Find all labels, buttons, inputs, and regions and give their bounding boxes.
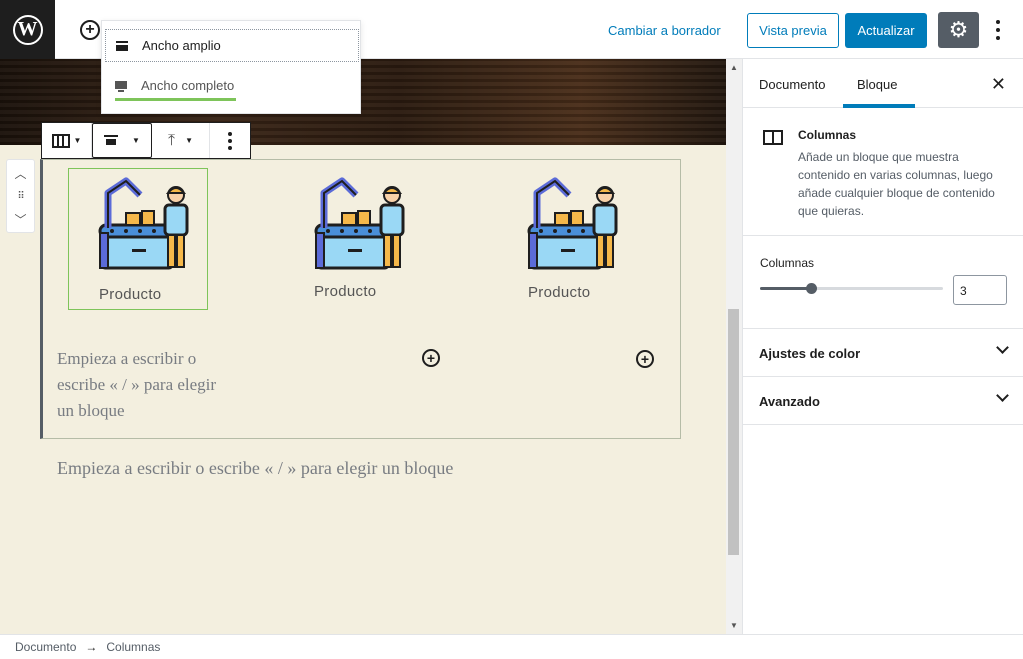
columns-icon xyxy=(763,130,783,145)
preview-button[interactable]: Vista previa xyxy=(747,13,839,48)
menu-item-label: Ancho amplio xyxy=(142,38,221,53)
dot-icon xyxy=(996,28,1000,32)
columns-slider[interactable] xyxy=(760,283,943,294)
wordpress-icon: W xyxy=(12,14,43,45)
panel-advanced[interactable]: Avanzado xyxy=(743,377,1023,425)
update-button[interactable]: Actualizar xyxy=(845,13,927,48)
slider-fill xyxy=(760,287,812,290)
caret-down-icon: ▼ xyxy=(185,136,193,145)
hover-underline xyxy=(115,98,236,101)
settings-sidebar: Documento Bloque ✕ Columnas Añade un blo… xyxy=(742,59,1023,634)
align-wide-icon xyxy=(116,40,128,51)
breadcrumb: Documento → Columnas xyxy=(0,634,1023,659)
panel-title: Ajustes de color xyxy=(759,346,861,361)
vertical-align-button[interactable]: ⤒ ▼ xyxy=(152,123,210,158)
wordpress-logo[interactable]: W xyxy=(0,0,55,59)
switch-to-draft-link[interactable]: Cambiar a borrador xyxy=(608,23,721,38)
drag-handle-icon[interactable]: ⠿ xyxy=(17,191,24,202)
more-options-button[interactable] xyxy=(988,14,1008,46)
align-full-icon xyxy=(115,80,127,92)
column-placeholder-text[interactable]: Empieza a escribir o escribe « / » para … xyxy=(57,346,237,424)
gear-icon: ⚙ xyxy=(948,17,969,42)
caret-down-icon: ▼ xyxy=(132,136,140,145)
columns-icon xyxy=(51,133,70,148)
more-vertical-icon xyxy=(228,131,232,150)
block-switcher-button[interactable]: ▼ xyxy=(42,123,92,158)
chevron-down-icon xyxy=(996,391,1008,403)
arrow-right-icon: → xyxy=(85,640,98,654)
breadcrumb-item-document[interactable]: Documento xyxy=(15,640,76,654)
align-wide-icon xyxy=(104,134,119,147)
menu-item-label: Ancho completo xyxy=(141,78,235,93)
dot-icon xyxy=(996,20,1000,24)
block-mover: ︿ ⠿ ﹀ xyxy=(6,159,35,233)
menu-item-wide-width[interactable]: Ancho amplio xyxy=(105,29,359,62)
add-block-icon[interactable]: + xyxy=(80,20,100,40)
add-block-icon[interactable]: + xyxy=(422,349,440,367)
block-card: Columnas Añade un bloque que muestra con… xyxy=(743,108,1023,236)
align-button[interactable]: ▼ xyxy=(92,123,152,158)
settings-gear-button[interactable]: ⚙ xyxy=(938,12,979,48)
slider-thumb[interactable] xyxy=(806,283,818,294)
scroll-down-icon[interactable]: ▼ xyxy=(730,621,738,630)
columns-label: Columnas xyxy=(760,256,815,270)
panel-title: Avanzado xyxy=(759,394,820,409)
block-more-button[interactable] xyxy=(210,123,250,158)
editor-scrollbar[interactable]: ▲ ▼ xyxy=(726,59,742,634)
sidebar-tabs: Documento Bloque ✕ xyxy=(743,59,1023,108)
move-down-icon[interactable]: ﹀ xyxy=(14,211,26,228)
move-up-icon[interactable]: ︿ xyxy=(14,165,26,182)
scrollbar-thumb[interactable] xyxy=(728,309,739,555)
add-block-icon[interactable]: + xyxy=(636,350,654,368)
caret-down-icon: ▼ xyxy=(73,136,82,145)
close-icon[interactable]: ✕ xyxy=(991,74,1006,95)
columns-number-input[interactable]: 3 xyxy=(953,275,1007,305)
columns-setting: Columnas 3 xyxy=(743,236,1023,329)
block-card-title: Columnas xyxy=(798,128,857,142)
tab-document[interactable]: Documento xyxy=(759,77,825,92)
breadcrumb-item-columns[interactable]: Columnas xyxy=(106,640,160,654)
tab-block[interactable]: Bloque xyxy=(857,77,897,92)
dot-icon xyxy=(996,36,1000,40)
block-card-description: Añade un bloque que muestra contenido en… xyxy=(798,150,995,218)
main-placeholder-text[interactable]: Empieza a escribir o escribe « / » para … xyxy=(57,455,657,481)
chevron-down-icon xyxy=(996,343,1008,355)
block-toolbar: ▼ ▼ ⤒ ▼ xyxy=(41,122,251,159)
align-dropdown-menu: Ancho amplio Ancho completo xyxy=(101,20,361,114)
panel-color-settings[interactable]: Ajustes de color xyxy=(743,329,1023,377)
scroll-up-icon[interactable]: ▲ xyxy=(730,63,738,72)
vertical-align-top-icon: ⤒ xyxy=(168,131,176,149)
